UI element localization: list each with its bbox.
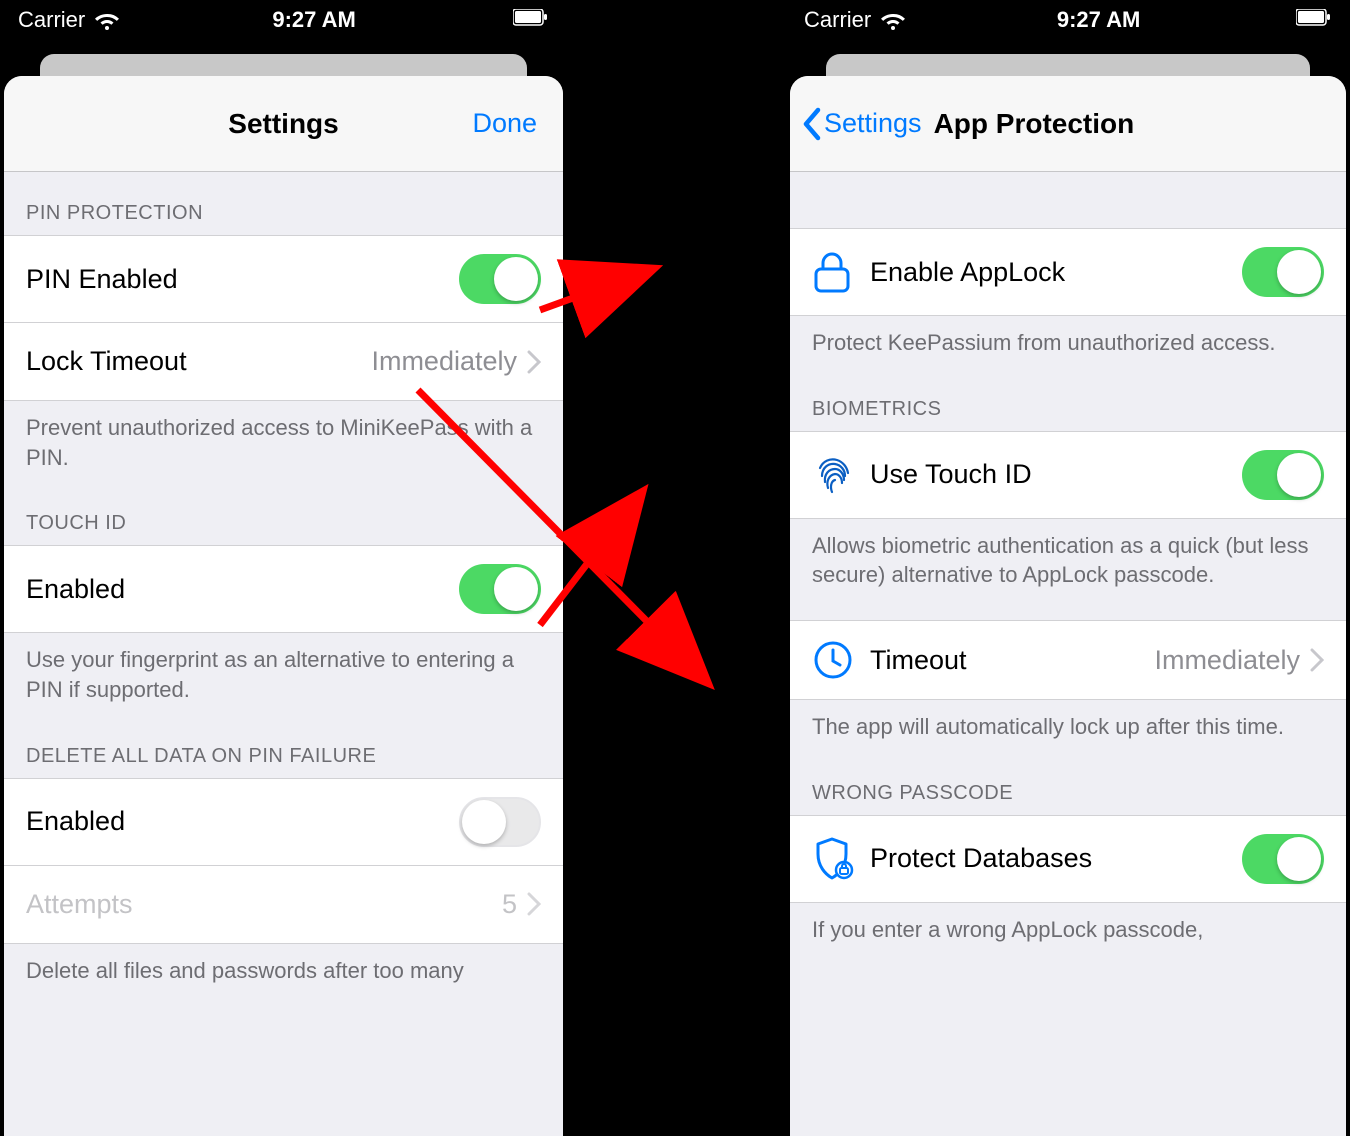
status-time: 9:27 AM	[905, 7, 1292, 33]
section-header-wrong-passcode: WRONG PASSCODE	[790, 752, 1346, 815]
section-footer-biometrics: Allows biometric authentication as a qui…	[790, 519, 1346, 600]
pin-enabled-label: PIN Enabled	[26, 264, 459, 295]
chevron-left-icon	[802, 107, 822, 141]
toggle-delete-enabled[interactable]	[459, 797, 541, 847]
back-button[interactable]: Settings	[802, 107, 922, 141]
status-time: 9:27 AM	[119, 7, 509, 33]
carrier-label: Carrier	[804, 7, 871, 33]
nav-title: Settings	[24, 108, 543, 140]
carrier-label: Carrier	[18, 7, 85, 33]
row-touchid-enabled[interactable]: Enabled	[4, 545, 563, 633]
protect-databases-label: Protect Databases	[870, 843, 1242, 874]
use-touchid-label: Use Touch ID	[870, 459, 1242, 490]
row-enable-applock[interactable]: Enable AppLock	[790, 228, 1346, 316]
back-label: Settings	[824, 108, 922, 139]
section-header-pin: PIN PROTECTION	[4, 172, 563, 235]
clock-icon	[812, 639, 854, 681]
section-header-delete: DELETE ALL DATA ON PIN FAILURE	[4, 715, 563, 778]
row-delete-enabled[interactable]: Enabled	[4, 778, 563, 866]
done-button[interactable]: Done	[472, 108, 537, 139]
row-pin-enabled[interactable]: PIN Enabled	[4, 235, 563, 323]
timeout-label: Timeout	[870, 645, 1154, 676]
app-protection-content: Enable AppLock Protect KeePassium from u…	[790, 172, 1346, 1136]
wifi-icon	[95, 8, 119, 32]
lock-icon	[812, 249, 852, 295]
section-footer-wrong-passcode: If you enter a wrong AppLock passcode,	[790, 903, 1346, 955]
section-footer-pin: Prevent unauthorized access to MiniKeePa…	[4, 401, 563, 482]
nav-bar: Settings Done	[4, 76, 563, 172]
toggle-pin-enabled[interactable]	[459, 254, 541, 304]
settings-sheet: Settings Done PIN PROTECTION PIN Enabled…	[4, 76, 563, 1136]
timeout-value: Immediately	[1154, 645, 1300, 676]
app-protection-sheet: Settings App Protection Enable AppLock P…	[790, 76, 1346, 1136]
toggle-protect-databases[interactable]	[1242, 834, 1324, 884]
touchid-enabled-label: Enabled	[26, 574, 459, 605]
row-timeout[interactable]: Timeout Immediately	[790, 620, 1346, 700]
lock-timeout-label: Lock Timeout	[26, 346, 371, 377]
nav-bar: Settings App Protection	[790, 76, 1346, 172]
nav-title: App Protection	[934, 108, 1135, 140]
section-footer-timeout: The app will automatically lock up after…	[790, 700, 1346, 752]
section-footer-touchid: Use your fingerprint as an alternative t…	[4, 633, 563, 714]
chevron-right-icon	[1310, 648, 1324, 672]
shield-lock-icon	[812, 836, 856, 882]
wifi-icon	[881, 8, 905, 32]
chevron-right-icon	[527, 350, 541, 374]
row-attempts[interactable]: Attempts 5	[4, 866, 563, 944]
row-lock-timeout[interactable]: Lock Timeout Immediately	[4, 323, 563, 401]
delete-enabled-label: Enabled	[26, 806, 459, 837]
battery-icon	[509, 7, 549, 33]
sheet-background-card	[826, 54, 1310, 76]
attempts-value: 5	[502, 889, 517, 920]
section-header-touchid: TOUCH ID	[4, 482, 563, 545]
enable-applock-label: Enable AppLock	[870, 257, 1242, 288]
sheet-background-card	[40, 54, 527, 76]
status-bar: Carrier 9:27 AM	[786, 0, 1350, 40]
section-footer-applock: Protect KeePassium from unauthorized acc…	[790, 316, 1346, 368]
attempts-label: Attempts	[26, 889, 502, 920]
phone-right: Carrier 9:27 AM Settings App Protection …	[786, 0, 1350, 1136]
phone-left: Carrier 9:27 AM Settings Done PIN PROTEC…	[0, 0, 567, 1136]
row-protect-databases[interactable]: Protect Databases	[790, 815, 1346, 903]
fingerprint-icon	[812, 454, 854, 496]
toggle-use-touchid[interactable]	[1242, 450, 1324, 500]
status-bar: Carrier 9:27 AM	[0, 0, 567, 40]
toggle-touchid-enabled[interactable]	[459, 564, 541, 614]
chevron-right-icon	[527, 892, 541, 916]
lock-timeout-value: Immediately	[371, 346, 517, 377]
section-footer-delete: Delete all files and passwords after too…	[4, 944, 563, 996]
section-header-biometrics: BIOMETRICS	[790, 368, 1346, 431]
settings-content: PIN PROTECTION PIN Enabled Lock Timeout …	[4, 172, 563, 1136]
toggle-enable-applock[interactable]	[1242, 247, 1324, 297]
battery-icon	[1292, 7, 1332, 33]
row-use-touchid[interactable]: Use Touch ID	[790, 431, 1346, 519]
